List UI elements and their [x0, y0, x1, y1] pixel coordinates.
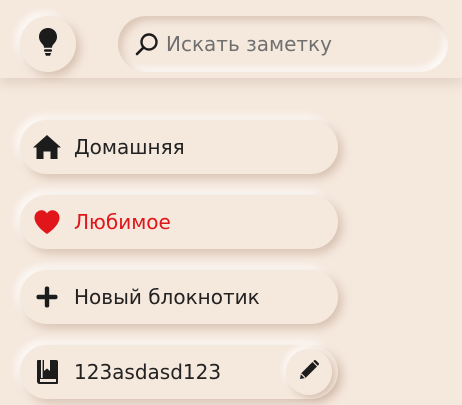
nav-item-home-label: Домашняя: [74, 135, 185, 159]
nav-item-favorites[interactable]: Любимое: [20, 195, 338, 249]
search-input[interactable]: [166, 32, 426, 56]
home-icon: [32, 132, 62, 162]
pencil-icon: [298, 359, 320, 385]
new-notebook-label: Новый блокнотик: [74, 285, 260, 309]
edit-notebook-button[interactable]: [286, 349, 332, 395]
new-notebook-button[interactable]: Новый блокнотик: [20, 270, 338, 324]
heart-icon: [32, 207, 62, 237]
nav-item-home[interactable]: Домашняя: [20, 120, 338, 174]
idea-button[interactable]: [20, 16, 76, 72]
lightbulb-icon: [38, 27, 58, 61]
notebook-item[interactable]: 123asdasd123: [20, 345, 338, 399]
notebook-name: 123asdasd123: [74, 360, 222, 384]
notebook-icon: [32, 357, 62, 387]
plus-icon: [32, 282, 62, 312]
search-box[interactable]: [118, 16, 448, 72]
search-icon[interactable]: [134, 31, 160, 57]
top-bar: [0, 0, 462, 78]
nav-item-favorites-label: Любимое: [74, 210, 171, 234]
